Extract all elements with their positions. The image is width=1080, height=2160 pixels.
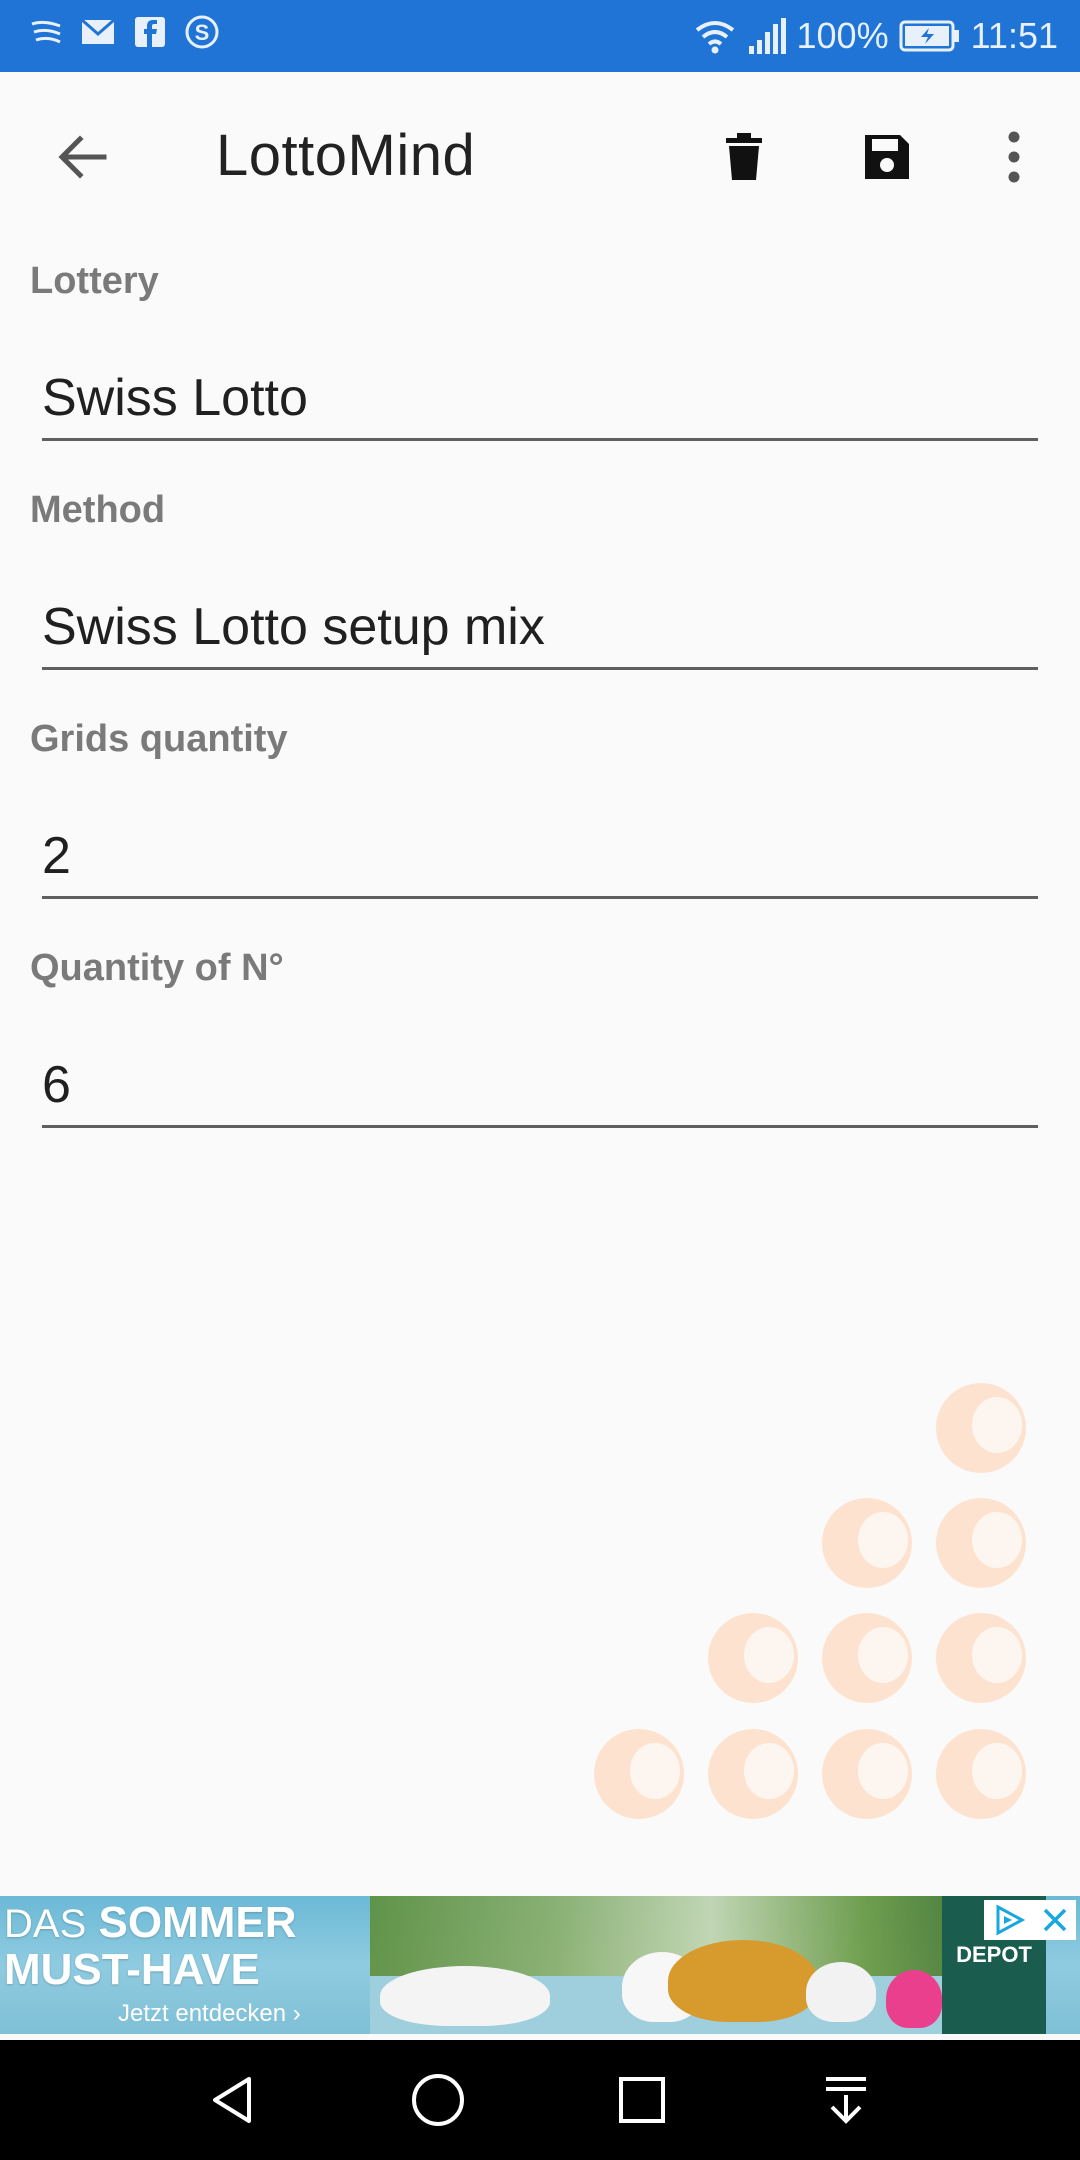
ad-headline-light: DAS xyxy=(4,1902,87,1946)
ad-headline-bold: SOMMER xyxy=(98,1898,297,1947)
back-arrow-icon xyxy=(58,135,107,179)
nav-recents-button[interactable] xyxy=(606,2064,678,2136)
app-bar: LottoMind xyxy=(0,72,1080,242)
quantity-of-numbers-label: Quantity of N° xyxy=(30,947,284,989)
lottery-label: Lottery xyxy=(30,260,159,302)
swiftkey-icon xyxy=(31,20,61,44)
svg-text:S: S xyxy=(195,20,210,45)
lotto-ball-icon xyxy=(594,1729,684,1819)
status-bar: S 100% 11:51 xyxy=(0,0,1080,72)
nav-home-button[interactable] xyxy=(402,2064,474,2136)
grids-quantity-label: Grids quantity xyxy=(30,718,288,760)
skype-icon: S xyxy=(185,15,219,49)
battery-percent: 100% xyxy=(796,15,889,56)
flamingo-float-image xyxy=(886,1970,942,2028)
ad-headline-line2: MUST-HAVE xyxy=(4,1945,260,1994)
battery-icon xyxy=(899,20,959,52)
unicorn-float-image xyxy=(380,1966,550,2026)
lotto-ball-icon xyxy=(822,1498,912,1588)
save-icon xyxy=(865,135,909,179)
notification-pull-icon xyxy=(826,2077,866,2124)
more-vert-icon xyxy=(1008,131,1020,183)
system-status: 100% 11:51 xyxy=(693,10,1058,62)
quantity-of-numbers-field[interactable] xyxy=(42,1045,1038,1128)
ad-banner[interactable]: DAS SOMMER MUST-HAVE Jetzt entdecken › xyxy=(0,1896,1080,2034)
nav-back-button[interactable] xyxy=(198,2064,270,2136)
lotto-ball-icon xyxy=(936,1613,1026,1703)
mail-icon xyxy=(81,18,115,44)
navigation-bar xyxy=(0,2040,1080,2160)
lotto-ball-icon xyxy=(708,1729,798,1819)
lotto-ball-icon xyxy=(936,1729,1026,1819)
lotto-ball-icon xyxy=(822,1729,912,1819)
ad-choices-icon[interactable] xyxy=(992,1904,1026,1936)
lotto-ball-icon xyxy=(936,1383,1026,1473)
golden-swan-float-image xyxy=(668,1940,818,2022)
lotto-ball-icon xyxy=(822,1613,912,1703)
unicorn-float-image xyxy=(806,1962,876,2022)
facebook-icon xyxy=(135,17,165,47)
delete-button[interactable] xyxy=(696,109,792,205)
ad-brand-name: DEPOT xyxy=(956,1942,1032,1967)
recents-square-icon xyxy=(619,2077,665,2123)
ad-choices[interactable] xyxy=(984,1900,1076,1940)
nav-notifications-button[interactable] xyxy=(810,2064,882,2136)
signal-icon xyxy=(748,18,786,54)
method-label: Method xyxy=(30,489,166,531)
back-triangle-icon xyxy=(213,2077,251,2123)
screen: S 100% 11:51 LottoMind Lottery Swiss Lot… xyxy=(0,0,1080,2160)
more-options-button[interactable] xyxy=(966,109,1062,205)
app-title: LottoMind xyxy=(216,123,476,188)
lotto-ball-icon xyxy=(708,1613,798,1703)
ad-headline: DAS SOMMER MUST-HAVE xyxy=(4,1900,374,1993)
lottery-field[interactable] xyxy=(42,358,1038,441)
method-field[interactable] xyxy=(42,587,1038,670)
ad-cta[interactable]: Jetzt entdecken › xyxy=(118,2000,301,2028)
home-circle-icon xyxy=(412,2074,464,2126)
wifi-icon xyxy=(695,21,734,54)
save-button[interactable] xyxy=(839,109,935,205)
delete-icon xyxy=(726,133,762,180)
grids-quantity-field[interactable] xyxy=(42,816,1038,899)
notification-icons: S xyxy=(28,14,220,50)
back-button[interactable] xyxy=(34,109,130,205)
ad-close-icon[interactable] xyxy=(1041,1906,1069,1934)
clock: 11:51 xyxy=(970,15,1058,56)
lotto-ball-icon xyxy=(936,1498,1026,1588)
